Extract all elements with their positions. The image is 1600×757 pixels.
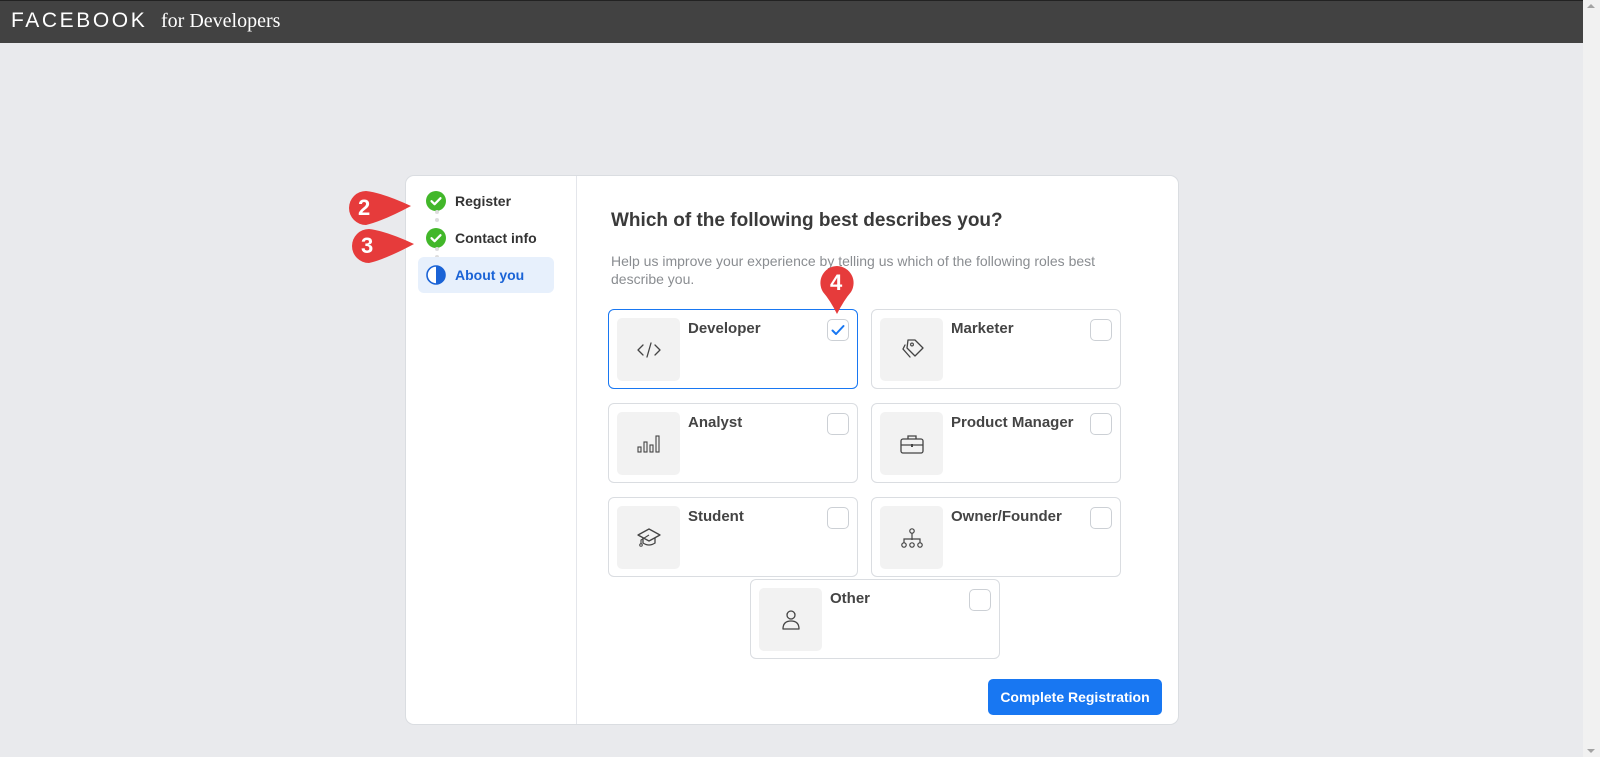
role-label: Other bbox=[830, 590, 871, 607]
role-checkbox[interactable] bbox=[827, 507, 849, 529]
role-option-student[interactable]: Student bbox=[608, 497, 858, 577]
role-option-marketer[interactable]: Marketer bbox=[871, 309, 1121, 389]
complete-registration-button[interactable]: Complete Registration bbox=[988, 679, 1162, 715]
top-navigation-bar: FACEBOOK for Developers bbox=[0, 0, 1583, 43]
page-subtitle: Help us improve your experience by telli… bbox=[611, 253, 1096, 287]
for-developers-logo-text[interactable]: for Developers bbox=[161, 10, 280, 33]
code-icon bbox=[617, 318, 680, 381]
role-label: Owner/Founder bbox=[951, 508, 1062, 525]
role-label: Analyst bbox=[688, 414, 743, 431]
tag-icon bbox=[880, 318, 943, 381]
role-label: Marketer bbox=[951, 320, 1014, 337]
step-label: Contact info bbox=[455, 230, 537, 246]
check-circle-icon bbox=[426, 191, 446, 211]
briefcase-icon bbox=[880, 412, 943, 475]
step-label: Register bbox=[455, 193, 512, 209]
role-label: Student bbox=[688, 508, 744, 525]
role-option-developer[interactable]: Developer bbox=[608, 309, 858, 389]
role-checkbox[interactable] bbox=[1090, 319, 1112, 341]
scroll-down-arrow-icon[interactable] bbox=[1587, 749, 1595, 753]
facebook-logo[interactable]: FACEBOOK bbox=[11, 9, 147, 33]
registration-steps: Register Contact info About you bbox=[406, 176, 577, 724]
role-label: Developer bbox=[688, 320, 761, 337]
step-label: About you bbox=[455, 267, 525, 283]
half-circle-progress-icon bbox=[426, 265, 446, 285]
role-option-other[interactable]: Other bbox=[750, 579, 1000, 659]
bar-chart-icon bbox=[617, 412, 680, 475]
annotation-marker-3: 3 bbox=[350, 227, 416, 270]
role-checkbox[interactable] bbox=[1090, 413, 1112, 435]
annotation-marker-2: 2 bbox=[347, 189, 413, 232]
registration-card: Register Contact info About you Which of… bbox=[406, 176, 1178, 724]
role-option-analyst[interactable]: Analyst bbox=[608, 403, 858, 483]
graduation-cap-icon bbox=[617, 506, 680, 569]
role-checkbox[interactable] bbox=[827, 319, 849, 341]
annotation-marker-4: 4 bbox=[818, 264, 856, 321]
vertical-scrollbar[interactable] bbox=[1583, 0, 1600, 757]
person-icon bbox=[759, 588, 822, 651]
scroll-up-arrow-icon[interactable] bbox=[1587, 4, 1595, 8]
role-checkbox[interactable] bbox=[1090, 507, 1112, 529]
role-checkbox[interactable] bbox=[969, 589, 991, 611]
step-about-you[interactable]: About you bbox=[418, 257, 554, 293]
role-option-product-manager[interactable]: Product Manager bbox=[871, 403, 1121, 483]
org-chart-icon bbox=[880, 506, 943, 569]
role-checkbox[interactable] bbox=[827, 413, 849, 435]
role-label: Product Manager bbox=[951, 414, 1074, 431]
checkmark-icon bbox=[831, 325, 845, 335]
page-title: Which of the following best describes yo… bbox=[611, 210, 1003, 231]
role-option-owner-founder[interactable]: Owner/Founder bbox=[871, 497, 1121, 577]
check-circle-icon bbox=[426, 228, 446, 248]
